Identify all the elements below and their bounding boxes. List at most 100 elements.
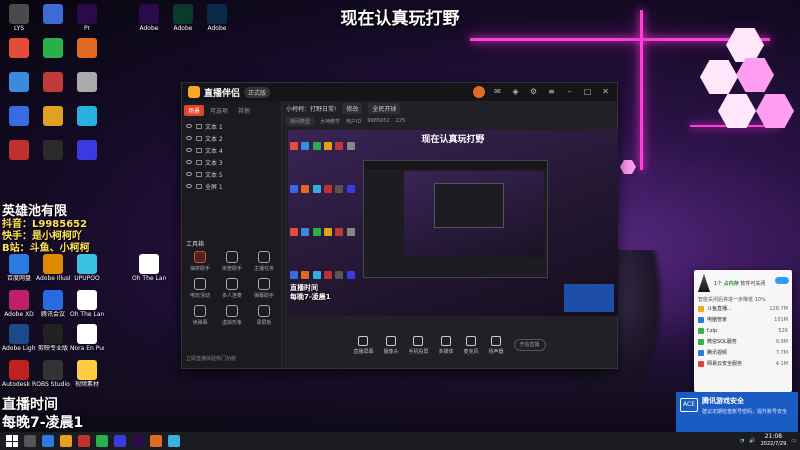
desktop-icon[interactable] <box>70 106 104 127</box>
process-row[interactable]: 腾讯视频 7.7M <box>694 347 792 358</box>
clock[interactable]: 21:08 2022/7/29 <box>761 433 787 448</box>
mail-icon[interactable]: ✉ <box>492 86 503 97</box>
scene-item[interactable]: 文本 2 <box>186 132 277 144</box>
version-tag[interactable]: 正式版 <box>244 86 271 98</box>
wechat-icon[interactable] <box>96 435 108 447</box>
tool-game-activity[interactable]: 电玩活动 <box>184 278 216 299</box>
microphone-button[interactable]: 麦克风 <box>464 335 479 355</box>
app-taskbar-icon[interactable] <box>168 435 180 447</box>
tool-read-danmaku[interactable]: 读弹幕 <box>184 305 216 326</box>
process-row[interactable]: 网易云安全服务 4.1M <box>694 358 792 369</box>
user-avatar[interactable] <box>473 86 485 98</box>
eye-icon[interactable] <box>186 184 192 188</box>
desktop-icon[interactable] <box>36 106 70 127</box>
minimize-icon[interactable]: – <box>564 86 575 97</box>
desktop-icon[interactable]: Oh The Larceny... <box>132 254 166 282</box>
desktop-icon[interactable]: Adobe <box>132 4 166 32</box>
skin-icon[interactable]: ◈ <box>510 86 521 97</box>
windows-start-icon[interactable] <box>6 435 18 447</box>
app-icon <box>207 4 227 24</box>
process-row[interactable]: 微信SQL服务 9.9M <box>694 336 792 347</box>
scene-item[interactable]: 文本 5 <box>186 168 277 180</box>
media-button[interactable]: 多媒体 <box>439 335 454 355</box>
desktop-icon[interactable]: Adobe <box>166 4 200 32</box>
tool-room-manager[interactable]: 房管助手 <box>216 251 248 272</box>
desktop-icon[interactable]: LYS <box>2 4 36 32</box>
desktop-icon[interactable] <box>70 72 104 93</box>
eye-icon[interactable] <box>186 124 192 128</box>
desktop-icon[interactable]: OBS Studio <box>36 360 70 388</box>
desktop-icon[interactable] <box>36 38 70 59</box>
maximize-icon[interactable]: □ <box>582 86 593 97</box>
widget-toggle[interactable] <box>775 277 789 284</box>
scene-item[interactable]: 文本 4 <box>186 144 277 156</box>
volume-icon[interactable]: 🔊 <box>749 438 755 444</box>
phone-cast-button[interactable]: 手机投屏 <box>408 335 429 355</box>
process-row[interactable]: 电脑管家 101M <box>694 314 792 325</box>
start-live-button[interactable]: 开始直播 <box>513 339 546 351</box>
speaker-button[interactable]: 扬声器 <box>489 335 504 355</box>
desktop-icon[interactable]: Autodesk ReCap <box>2 360 36 388</box>
scene-item[interactable]: 文本 1 <box>186 120 277 132</box>
screen-capture-button[interactable]: 直播屏幕 <box>353 335 373 355</box>
edit-button[interactable]: 修改 <box>342 102 363 114</box>
tab-options[interactable]: 可选项 <box>206 105 232 116</box>
desktop-icon[interactable]: Adobe XD <box>2 290 36 318</box>
task-view-icon[interactable] <box>42 435 54 447</box>
app-title-bar[interactable]: 直播伴侣 正式版 ✉ ◈ ⚙ ≡ – □ ✕ <box>182 83 617 101</box>
close-icon[interactable]: ✕ <box>600 86 611 97</box>
bottom-note[interactable]: 立即直播体验热门功能 <box>186 355 236 362</box>
desktop-icon[interactable]: Pr <box>70 4 104 32</box>
scene-item[interactable]: 文本 3 <box>186 156 277 168</box>
desktop-icon[interactable]: UPUPOO <box>70 254 104 282</box>
desktop-icon[interactable]: Oh The Larceny... <box>70 290 104 318</box>
tab-scene[interactable]: 场景 <box>184 105 205 116</box>
desktop-icon[interactable] <box>36 140 70 161</box>
desktop-icon[interactable]: Adobe Lightroo... <box>2 324 36 352</box>
eye-icon[interactable] <box>186 148 192 152</box>
tool-multi-mic[interactable]: 多人连麦 <box>216 278 248 299</box>
desktop-icon[interactable] <box>36 72 70 93</box>
mode-label[interactable]: 大神教学 <box>320 118 340 125</box>
desktop-icon[interactable]: Adobe Illustrat... <box>36 254 70 282</box>
desktop-icon[interactable] <box>2 140 36 161</box>
premiere-icon[interactable] <box>132 435 144 447</box>
security-notification[interactable]: ACE 腾讯游戏安全 建议定期检查账号密码，提升账号安全 <box>676 392 798 432</box>
desktop-icon[interactable] <box>2 72 36 93</box>
tool-lottery[interactable]: 抽奖助手 <box>184 251 216 272</box>
tool-danmaku[interactable]: 弹幕助手 <box>248 278 280 299</box>
desktop-icon[interactable] <box>36 4 70 25</box>
desktop-icon[interactable] <box>2 106 36 127</box>
desktop-icon[interactable]: 视频素材 <box>70 360 104 388</box>
stream-preview[interactable]: 现在认真玩打野 直播时间 每晚7-凌晨1 <box>288 130 618 316</box>
desktop-icon[interactable]: Adobe <box>200 4 234 32</box>
tab-other[interactable]: 其他 <box>234 105 254 116</box>
search-icon[interactable] <box>24 435 36 447</box>
menu-icon[interactable]: ≡ <box>546 86 557 97</box>
process-row[interactable]: 斗鱼直播... 128.7M <box>694 303 792 314</box>
settings-icon[interactable]: ⚙ <box>528 86 539 97</box>
eye-icon[interactable] <box>186 136 192 140</box>
app-taskbar-icon[interactable] <box>78 435 90 447</box>
camera-button[interactable]: 摄像头 <box>383 335 398 355</box>
category-select[interactable]: 全民开球 <box>368 102 401 114</box>
process-row[interactable]: f.zip 52K <box>694 325 792 336</box>
file-explorer-icon[interactable] <box>60 435 72 447</box>
eye-icon[interactable] <box>186 172 192 176</box>
desktop-icon[interactable]: 剪映专业版 <box>36 324 70 352</box>
notification-icon[interactable]: ▭ <box>791 438 796 444</box>
streaming-app-icon[interactable] <box>150 435 162 447</box>
app-taskbar-icon[interactable] <box>114 435 126 447</box>
desktop-icon[interactable] <box>2 38 36 59</box>
desktop-icon[interactable]: Nora En Pure - L... <box>70 324 104 352</box>
desktop-icon[interactable]: 百度网盘 <box>2 254 36 282</box>
tool-recording[interactable]: 录屏板 <box>248 305 280 326</box>
eye-icon[interactable] <box>186 160 192 164</box>
network-icon[interactable]: ◔ <box>740 438 744 444</box>
scene-item[interactable]: 全屏 1 <box>186 180 277 192</box>
desktop-icon[interactable]: 腾讯会议 <box>36 290 70 318</box>
tool-tasks[interactable]: 主播任务 <box>248 251 280 272</box>
desktop-icon[interactable] <box>70 38 104 59</box>
tool-avatar[interactable]: 虚拟形象 <box>216 305 248 326</box>
desktop-icon[interactable] <box>70 140 104 161</box>
